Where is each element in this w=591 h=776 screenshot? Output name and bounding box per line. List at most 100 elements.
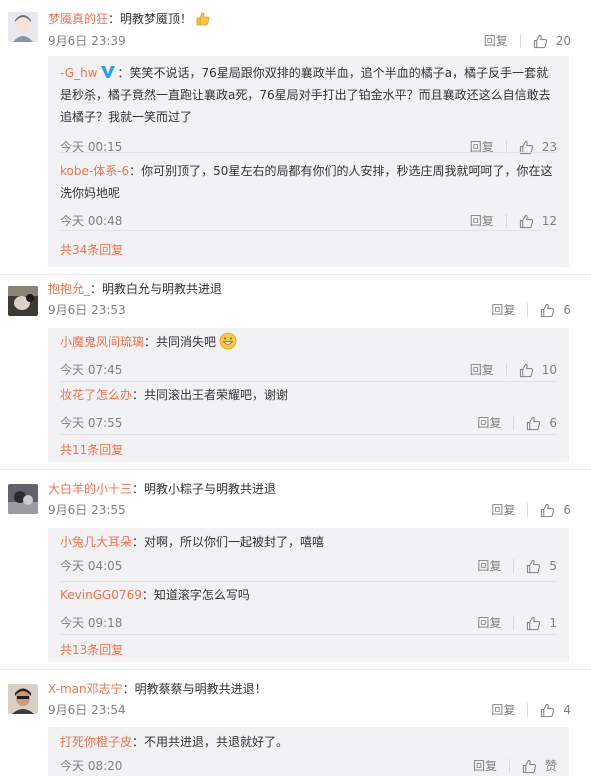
reply-text: ：知道滚字怎么写吗 bbox=[141, 588, 250, 602]
thumbs-up-emoji-icon bbox=[196, 12, 210, 26]
comment-meta: 9月6日 23:53 回复 6 bbox=[48, 301, 571, 319]
reply-divider bbox=[60, 434, 557, 435]
reply-button[interactable]: 回复 bbox=[491, 501, 515, 519]
reply-username[interactable]: kobe-体系-6 bbox=[60, 164, 129, 178]
like-button[interactable]: 6 bbox=[526, 414, 557, 432]
reply-username[interactable]: 小魔鬼风间琉璃 bbox=[60, 335, 144, 349]
reply-button[interactable]: 回复 bbox=[491, 701, 515, 719]
thread-divider bbox=[0, 669, 591, 670]
thumbs-up-icon bbox=[541, 703, 555, 717]
avatar[interactable] bbox=[8, 12, 38, 42]
avatar-image bbox=[8, 12, 38, 42]
comment-username[interactable]: 大白羊的小十三 bbox=[48, 482, 132, 496]
divider bbox=[513, 559, 515, 573]
thumbs-up-icon bbox=[527, 616, 541, 630]
more-replies-link[interactable]: 共34条回复 bbox=[60, 241, 123, 259]
thumbs-up-icon bbox=[541, 503, 555, 517]
reply-button[interactable]: 回复 bbox=[484, 32, 508, 50]
verified-v-icon bbox=[100, 66, 115, 78]
reply-time: 今天 00:48 bbox=[60, 214, 123, 228]
comment-username[interactable]: 梦魇真的狂 bbox=[48, 12, 108, 26]
like-count: 10 bbox=[541, 363, 557, 377]
reply-button[interactable]: 回复 bbox=[477, 614, 501, 632]
reply-body: 妆花了怎么办：共同滚出王者荣耀吧，谢谢 bbox=[60, 384, 557, 406]
thumbs-up-icon bbox=[519, 363, 533, 377]
avatar[interactable] bbox=[8, 684, 38, 714]
avatar[interactable] bbox=[8, 286, 38, 316]
comment-time: 9月6日 23:53 bbox=[48, 303, 126, 317]
reply-divider bbox=[60, 634, 557, 635]
reply-item: 小兔几大耳朵：对啊，所以你们一起被封了，嘻嘻 今天 04:05 回复 5 bbox=[60, 531, 557, 581]
comment-username[interactable]: 抱抱允_ bbox=[48, 282, 90, 296]
reply-text: ：共同消失吧 bbox=[144, 335, 217, 349]
like-count: 23 bbox=[541, 140, 557, 154]
reply-divider bbox=[60, 152, 557, 153]
reply-button[interactable]: 回复 bbox=[470, 361, 494, 379]
reply-divider bbox=[60, 230, 557, 231]
thumbs-up-icon bbox=[527, 559, 541, 573]
reply-text: ：共同滚出王者荣耀吧，谢谢 bbox=[132, 388, 289, 402]
reply-username[interactable]: 打死你橙子皮 bbox=[60, 735, 132, 749]
thread-divider bbox=[0, 274, 591, 275]
reply-username[interactable]: -G_hw bbox=[60, 66, 98, 80]
replies-box: 打死你橙子皮：不用共进退，共退就好了。 今天 08:20 回复 赞 bbox=[48, 727, 569, 776]
reply-text: ：对啊，所以你们一起被封了，嘻嘻 bbox=[132, 535, 325, 549]
thumbs-up-icon bbox=[541, 303, 555, 317]
like-button[interactable]: 4 bbox=[540, 701, 571, 719]
comment-actions: 回复 4 bbox=[491, 701, 571, 719]
comment-username[interactable]: X-man邓志宁 bbox=[48, 682, 123, 696]
thumbs-up-icon bbox=[519, 214, 533, 228]
like-button[interactable]: 12 bbox=[519, 212, 557, 230]
reply-username[interactable]: 妆花了怎么办 bbox=[60, 388, 132, 402]
comment-time: 9月6日 23:39 bbox=[48, 34, 126, 48]
reply-button[interactable]: 回复 bbox=[473, 757, 497, 775]
like-button[interactable]: 5 bbox=[526, 557, 557, 575]
reply-text: ：你可别顶了，50星左右的局都有你们的人安排，秒选庄周我就呵呵了，你在这洗你妈地… bbox=[60, 164, 553, 200]
reply-meta: 今天 09:18 回复 1 bbox=[60, 614, 557, 632]
reply-username[interactable]: 小兔几大耳朵 bbox=[60, 535, 132, 549]
reply-time: 今天 08:20 bbox=[60, 759, 123, 773]
more-replies-link[interactable]: 共11条回复 bbox=[60, 441, 123, 459]
like-button[interactable]: 23 bbox=[519, 138, 557, 156]
divider bbox=[505, 214, 507, 228]
reply-time: 今天 07:45 bbox=[60, 363, 123, 377]
like-button[interactable]: 6 bbox=[540, 501, 571, 519]
like-button[interactable]: 1 bbox=[526, 614, 557, 632]
avatar[interactable] bbox=[8, 484, 38, 514]
reply-divider bbox=[60, 581, 557, 582]
like-button[interactable]: 6 bbox=[540, 301, 571, 319]
like-count: 6 bbox=[563, 503, 571, 517]
reply-button[interactable]: 回复 bbox=[491, 301, 515, 319]
reply-actions: 回复 6 bbox=[477, 414, 557, 432]
reply-username[interactable]: KevinGG0769 bbox=[60, 588, 142, 602]
thumbs-up-icon bbox=[533, 34, 547, 48]
grin-emoji-icon bbox=[219, 332, 237, 350]
reply-divider bbox=[60, 381, 557, 382]
like-count: 1 bbox=[549, 616, 557, 630]
comment-text: ：明教梦魇顶！ bbox=[108, 12, 193, 26]
reply-text: ：笑笑不说话，76星局跟你双排的襄政半血，追个半血的橘子a，橘子反手一套就是秒杀… bbox=[60, 66, 551, 124]
comment-meta: 9月6日 23:39 回复 20 bbox=[48, 32, 571, 50]
reply-button[interactable]: 回复 bbox=[477, 414, 501, 432]
like-count: 赞 bbox=[544, 759, 557, 773]
comment-actions: 回复 6 bbox=[491, 301, 571, 319]
like-button[interactable]: 20 bbox=[533, 32, 571, 50]
like-count: 5 bbox=[549, 559, 557, 573]
reply-meta: 今天 07:55 回复 6 bbox=[60, 414, 557, 432]
reply-actions: 回复 23 bbox=[470, 138, 557, 156]
divider bbox=[508, 759, 510, 773]
divider bbox=[513, 616, 515, 630]
like-button[interactable]: 10 bbox=[519, 361, 557, 379]
divider bbox=[519, 34, 521, 48]
reply-button[interactable]: 回复 bbox=[477, 557, 501, 575]
comment-meta: 9月6日 23:55 回复 6 bbox=[48, 501, 571, 519]
reply-button[interactable]: 回复 bbox=[470, 138, 494, 156]
comment-actions: 回复 20 bbox=[484, 32, 571, 50]
reply-button[interactable]: 回复 bbox=[470, 212, 494, 230]
reply-body: -G_hw ：笑笑不说话，76星局跟你双排的襄政半血，追个半血的橘子a，橘子反手一… bbox=[60, 62, 557, 128]
like-button[interactable]: 赞 bbox=[522, 757, 557, 775]
reply-body: 小魔鬼风间琉璃：共同消失吧 bbox=[60, 331, 557, 353]
more-replies-link[interactable]: 共13条回复 bbox=[60, 641, 123, 659]
comment-text: ：明教蔡蔡与明教共进退！ bbox=[122, 682, 267, 696]
reply-body: KevinGG0769：知道滚字怎么写吗 bbox=[60, 584, 557, 606]
